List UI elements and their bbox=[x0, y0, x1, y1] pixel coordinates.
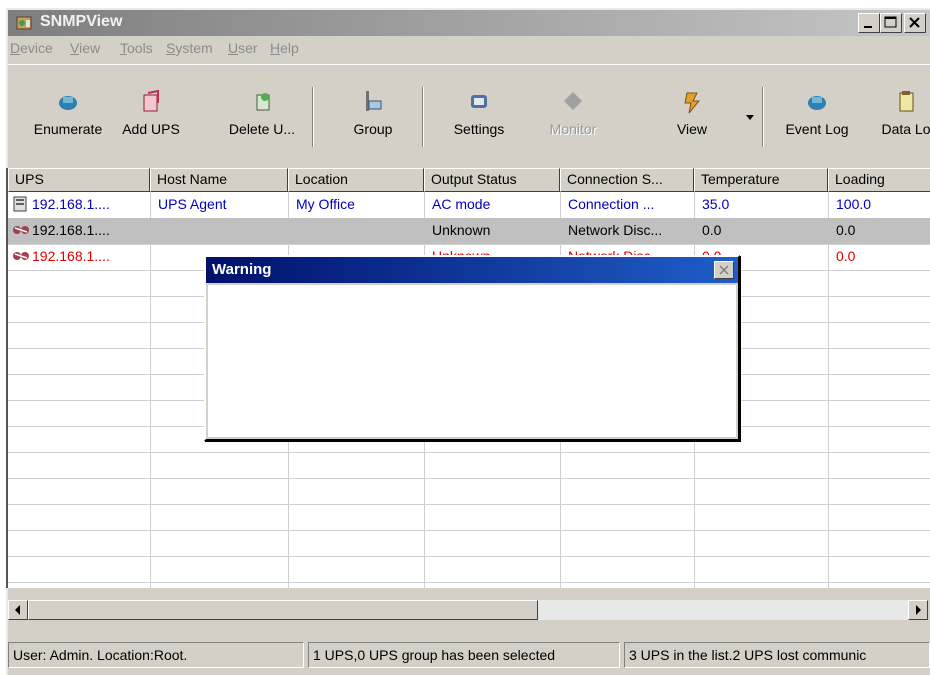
column-header-connection-status[interactable]: Connection S... bbox=[560, 168, 694, 192]
snmpview-app-icon bbox=[16, 16, 32, 30]
scroll-right-button[interactable] bbox=[908, 600, 928, 620]
group-icon bbox=[366, 91, 382, 111]
warning-dialog-title-bar[interactable]: Warning bbox=[206, 257, 738, 283]
menu-tools[interactable]: Tools bbox=[120, 40, 153, 56]
close-icon bbox=[909, 17, 920, 28]
scrollbar-thumb[interactable] bbox=[28, 600, 538, 620]
group-label: Group bbox=[353, 121, 393, 137]
menu-help[interactable]: Help bbox=[270, 40, 299, 56]
event-log-button[interactable]: Event Log bbox=[774, 89, 860, 147]
column-header-ups[interactable]: UPS bbox=[8, 168, 150, 192]
monitor-icon bbox=[564, 92, 582, 110]
cell-loading: 0.0 bbox=[836, 222, 856, 238]
monitor-button: Monitor bbox=[538, 89, 608, 147]
cell-connection-status: Connection ... bbox=[568, 196, 655, 212]
maximize-button[interactable] bbox=[880, 13, 902, 33]
cell-output-status: Unknown bbox=[432, 222, 491, 238]
cell-loading: 0.0 bbox=[836, 248, 856, 264]
warning-dialog[interactable]: Warning bbox=[204, 255, 740, 441]
data-log-icon bbox=[899, 91, 914, 112]
cell-output-status: AC mode bbox=[432, 196, 491, 212]
minimize-button[interactable] bbox=[858, 13, 880, 33]
event-log-icon bbox=[808, 96, 826, 110]
add-ups-icon bbox=[143, 89, 159, 112]
settings-label: Settings bbox=[453, 121, 505, 137]
warning-close-button[interactable] bbox=[714, 261, 734, 279]
warning-dialog-title: Warning bbox=[212, 261, 272, 278]
title-bar[interactable]: SNMPView bbox=[8, 10, 930, 36]
delete-ups-button[interactable]: Delete U... bbox=[222, 89, 302, 147]
view-icon bbox=[684, 92, 701, 114]
minimize-icon bbox=[864, 26, 872, 28]
column-header-host-name[interactable]: Host Name bbox=[150, 168, 288, 192]
enumerate-label: Enumerate bbox=[33, 121, 103, 137]
cell-location: My Office bbox=[296, 196, 355, 212]
ups-connected-icon bbox=[13, 196, 27, 212]
menu-bar: Device View Tools System User Help bbox=[8, 38, 930, 60]
column-header-location[interactable]: Location bbox=[288, 168, 424, 192]
event-log-label: Event Log bbox=[785, 121, 849, 137]
data-log-label: Data Lo bbox=[881, 121, 930, 137]
menu-view[interactable]: View bbox=[70, 40, 100, 56]
cell-ups: 192.168.1.... bbox=[32, 222, 110, 238]
arrow-left-icon bbox=[15, 605, 20, 615]
arrow-right-icon bbox=[916, 605, 921, 615]
enumerate-icon bbox=[59, 96, 77, 110]
group-button[interactable]: Group bbox=[338, 89, 408, 147]
table-row-selected[interactable]: 192.168.1.... Unknown Network Disc... 0.… bbox=[8, 218, 930, 244]
settings-button[interactable]: Settings bbox=[434, 89, 524, 147]
column-header-loading[interactable]: Loading bbox=[828, 168, 930, 192]
status-list-summary: 3 UPS in the list.2 UPS lost communic bbox=[624, 642, 930, 668]
status-selection: 1 UPS,0 UPS group has been selected bbox=[308, 642, 620, 668]
close-icon bbox=[719, 265, 729, 275]
add-ups-label: Add UPS bbox=[122, 121, 180, 137]
toolbar: Enumerate Add UPS Delete U... Group Sett… bbox=[8, 64, 930, 164]
scroll-left-button[interactable] bbox=[8, 600, 28, 620]
horizontal-scrollbar[interactable] bbox=[6, 588, 930, 630]
settings-icon bbox=[471, 95, 487, 108]
delete-ups-label: Delete U... bbox=[228, 121, 296, 137]
ups-disconnected-icon bbox=[13, 252, 29, 260]
cell-ups: 192.168.1.... bbox=[32, 248, 110, 264]
delete-ups-icon bbox=[256, 93, 270, 111]
view-label: View bbox=[676, 121, 708, 137]
status-user-location: User: Admin. Location:Root. bbox=[8, 642, 304, 668]
ups-disconnected-icon bbox=[13, 226, 29, 234]
data-log-button[interactable]: Data Lo bbox=[870, 89, 930, 147]
cell-temperature: 35.0 bbox=[702, 196, 730, 212]
cell-connection-status: Network Disc... bbox=[568, 222, 663, 238]
view-button[interactable]: View bbox=[644, 89, 740, 147]
column-header-temperature[interactable]: Temperature bbox=[694, 168, 828, 192]
menu-system[interactable]: System bbox=[166, 40, 213, 56]
cell-loading: 100.0 bbox=[836, 196, 872, 212]
menu-user[interactable]: User bbox=[228, 40, 258, 56]
monitor-label: Monitor bbox=[549, 121, 597, 137]
close-button[interactable] bbox=[904, 13, 926, 33]
view-dropdown-icon[interactable] bbox=[746, 115, 754, 121]
window-title: SNMPView bbox=[40, 13, 123, 30]
add-ups-button[interactable]: Add UPS bbox=[116, 89, 186, 147]
maximize-icon bbox=[884, 16, 897, 28]
cell-temperature: 0.0 bbox=[702, 222, 722, 238]
status-bar: User: Admin. Location:Root. 1 UPS,0 UPS … bbox=[6, 642, 930, 670]
menu-device[interactable]: Device bbox=[10, 40, 53, 56]
column-header-output-status[interactable]: Output Status bbox=[424, 168, 560, 192]
cell-host-name: UPS Agent bbox=[158, 196, 227, 212]
enumerate-button[interactable]: Enumerate bbox=[26, 89, 110, 147]
cell-ups: 192.168.1.... bbox=[32, 196, 110, 212]
table-row[interactable]: 192.168.1.... UPS Agent My Office AC mod… bbox=[8, 192, 930, 218]
warning-dialog-body bbox=[208, 285, 736, 437]
